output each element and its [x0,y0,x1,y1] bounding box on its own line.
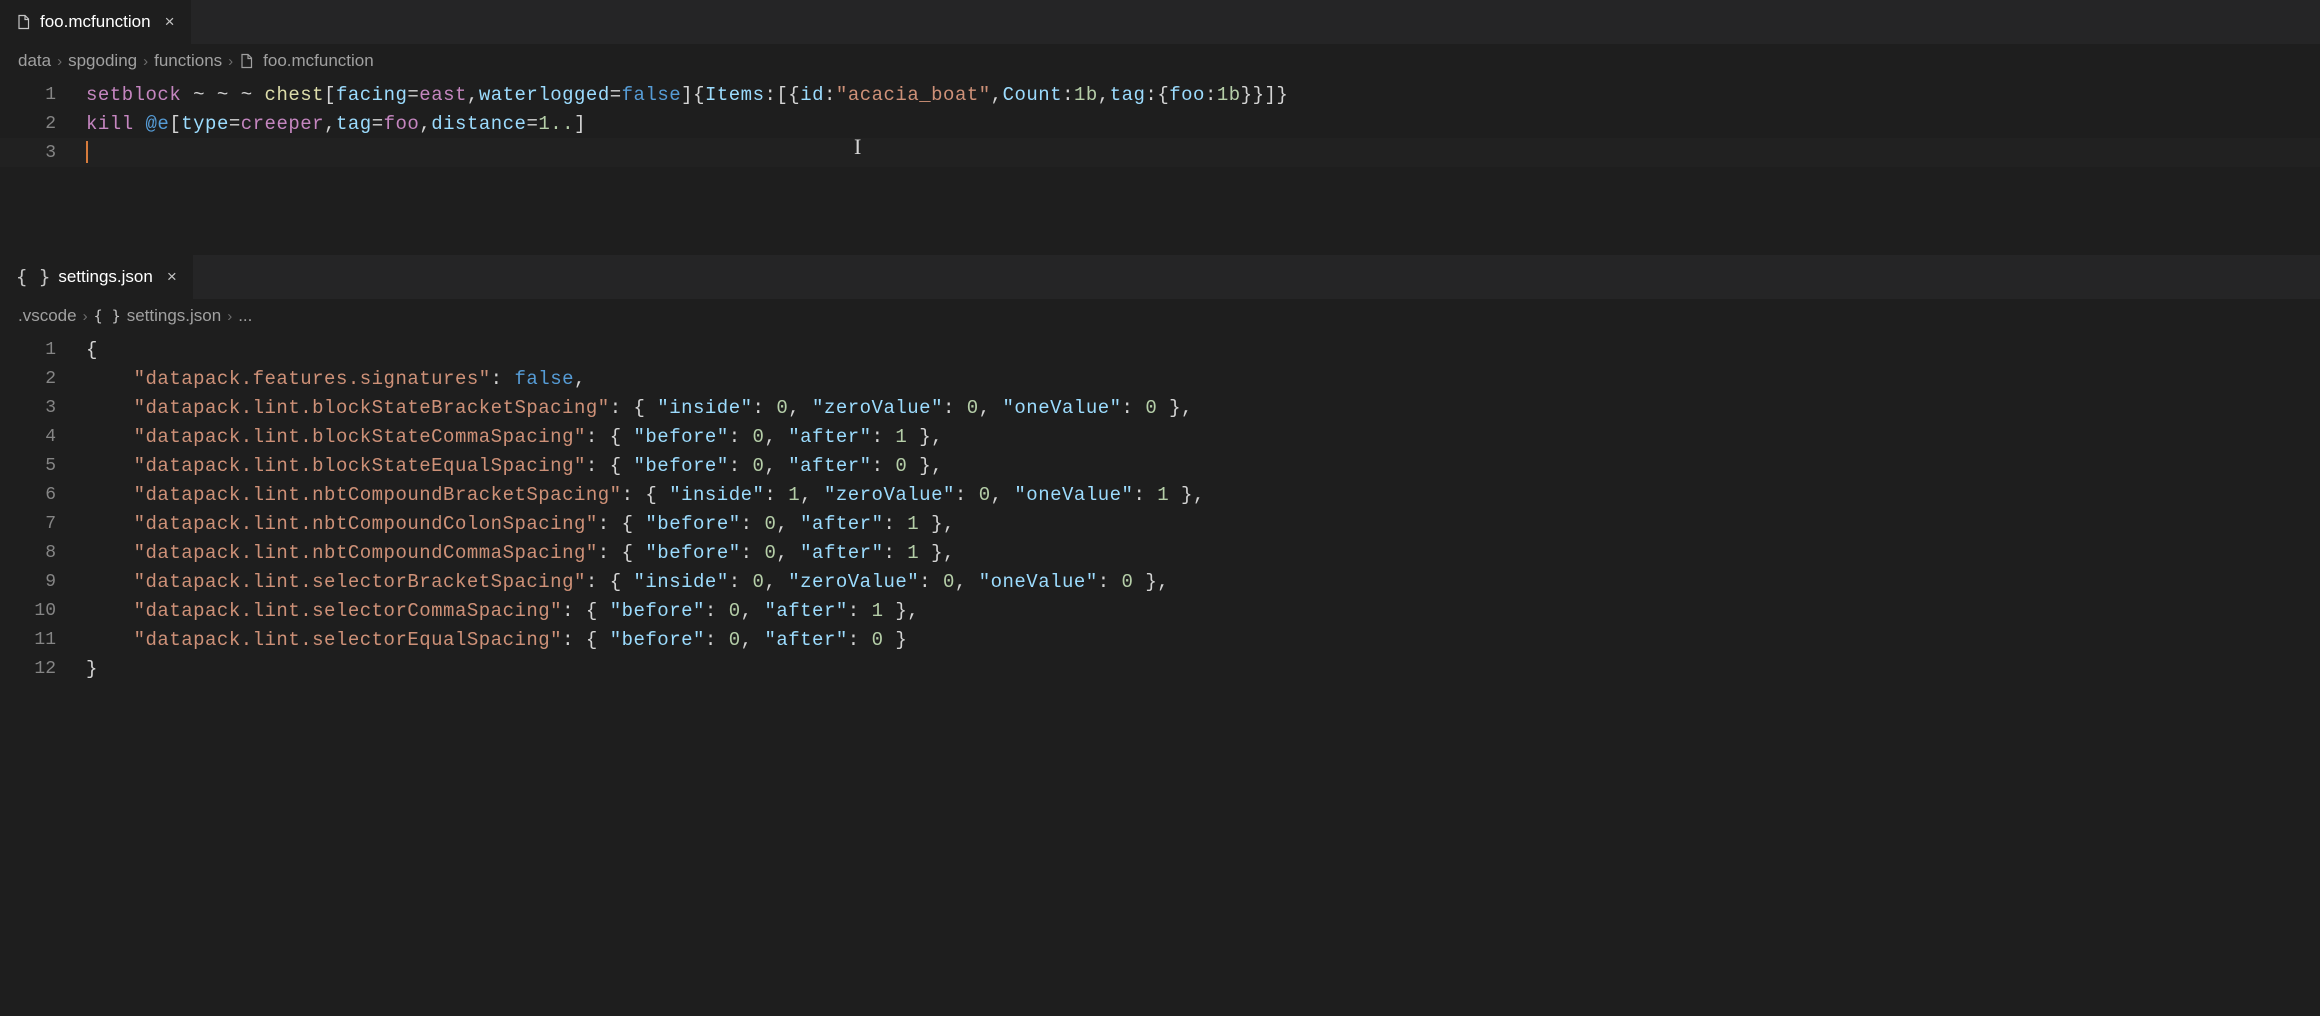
code-content[interactable]: "datapack.lint.blockStateCommaSpacing": … [86,426,943,448]
top-editor-pane: foo.mcfunction × data › spgoding › funct… [0,0,2320,255]
line-number: 3 [0,398,86,418]
breadcrumb-item[interactable]: spgoding [68,51,137,71]
line-number: 9 [0,572,86,592]
code-content[interactable]: "datapack.lint.blockStateEqualSpacing": … [86,455,943,477]
breadcrumb-item[interactable]: foo.mcfunction [263,51,374,71]
line-number: 4 [0,427,86,447]
code-line[interactable]: 2kill @e[type=creeper,tag=foo,distance=1… [0,109,2320,138]
tab-label: foo.mcfunction [40,12,151,32]
code-content[interactable]: "datapack.lint.nbtCompoundBracketSpacing… [86,484,1205,506]
line-number: 1 [0,340,86,360]
code-content[interactable]: "datapack.lint.nbtCompoundCommaSpacing":… [86,542,955,564]
file-icon [16,14,32,30]
code-content[interactable]: "datapack.lint.blockStateBracketSpacing"… [86,397,1193,419]
tab-label: settings.json [58,267,153,287]
line-number: 1 [0,85,86,105]
tab-foo-mcfunction[interactable]: foo.mcfunction × [0,0,192,44]
tab-settings-json[interactable]: { } settings.json × [0,255,194,299]
line-number: 7 [0,514,86,534]
line-number: 2 [0,114,86,134]
code-editor[interactable]: 1setblock ~ ~ ~ chest[facing=east,waterl… [0,78,2320,167]
close-icon[interactable]: × [165,12,175,32]
chevron-right-icon: › [83,308,88,325]
code-content[interactable]: { [86,339,98,361]
file-icon [239,53,255,69]
chevron-right-icon: › [143,53,148,70]
code-line[interactable]: 2 "datapack.features.signatures": false, [0,364,2320,393]
code-line[interactable]: 8 "datapack.lint.nbtCompoundCommaSpacing… [0,538,2320,567]
code-line[interactable]: 6 "datapack.lint.nbtCompoundBracketSpaci… [0,480,2320,509]
chevron-right-icon: › [228,53,233,70]
code-content[interactable]: "datapack.lint.selectorBracketSpacing": … [86,571,1169,593]
code-line[interactable]: 5 "datapack.lint.blockStateEqualSpacing"… [0,451,2320,480]
code-line[interactable]: 4 "datapack.lint.blockStateCommaSpacing"… [0,422,2320,451]
line-number: 6 [0,485,86,505]
breadcrumb-item[interactable]: settings.json [127,306,222,326]
line-number: 5 [0,456,86,476]
chevron-right-icon: › [227,308,232,325]
code-line[interactable]: 12} [0,654,2320,683]
code-line[interactable]: 7 "datapack.lint.nbtCompoundColonSpacing… [0,509,2320,538]
line-number: 3 [0,143,86,163]
line-number: 12 [0,659,86,679]
code-content[interactable]: "datapack.lint.selectorEqualSpacing": { … [86,629,907,651]
code-content[interactable] [86,141,88,163]
line-number: 11 [0,630,86,650]
breadcrumbs[interactable]: .vscode › { } settings.json › ... [0,299,2320,333]
code-line[interactable]: 9 "datapack.lint.selectorBracketSpacing"… [0,567,2320,596]
bottom-editor-pane: { } settings.json × .vscode › { } settin… [0,255,2320,683]
code-content[interactable]: "datapack.lint.nbtCompoundColonSpacing":… [86,513,955,535]
line-number: 2 [0,369,86,389]
line-number: 8 [0,543,86,563]
code-content[interactable]: } [86,658,98,680]
code-editor[interactable]: 1{2 "datapack.features.signatures": fals… [0,333,2320,683]
code-line[interactable]: 10 "datapack.lint.selectorCommaSpacing":… [0,596,2320,625]
code-content[interactable]: "datapack.features.signatures": false, [86,368,586,390]
code-line[interactable]: 11 "datapack.lint.selectorEqualSpacing":… [0,625,2320,654]
breadcrumb-item[interactable]: .vscode [18,306,77,326]
tab-bar: { } settings.json × [0,255,2320,299]
cursor [86,141,88,163]
chevron-right-icon: › [57,53,62,70]
code-line[interactable]: 3 "datapack.lint.blockStateBracketSpacin… [0,393,2320,422]
code-content[interactable]: "datapack.lint.selectorCommaSpacing": { … [86,600,919,622]
breadcrumb-item[interactable]: data [18,51,51,71]
code-line[interactable]: 3 [0,138,2320,167]
breadcrumb-item[interactable]: functions [154,51,222,71]
close-icon[interactable]: × [167,267,177,287]
line-number: 10 [0,601,86,621]
breadcrumbs[interactable]: data › spgoding › functions › foo.mcfunc… [0,44,2320,78]
json-icon: { } [94,307,121,325]
breadcrumb-item[interactable]: ... [238,306,252,326]
code-line[interactable]: 1setblock ~ ~ ~ chest[facing=east,waterl… [0,80,2320,109]
code-content[interactable]: kill @e[type=creeper,tag=foo,distance=1.… [86,113,586,135]
tab-bar: foo.mcfunction × [0,0,2320,44]
code-content[interactable]: setblock ~ ~ ~ chest[facing=east,waterlo… [86,84,1288,106]
code-line[interactable]: 1{ [0,335,2320,364]
json-icon: { } [16,266,50,288]
